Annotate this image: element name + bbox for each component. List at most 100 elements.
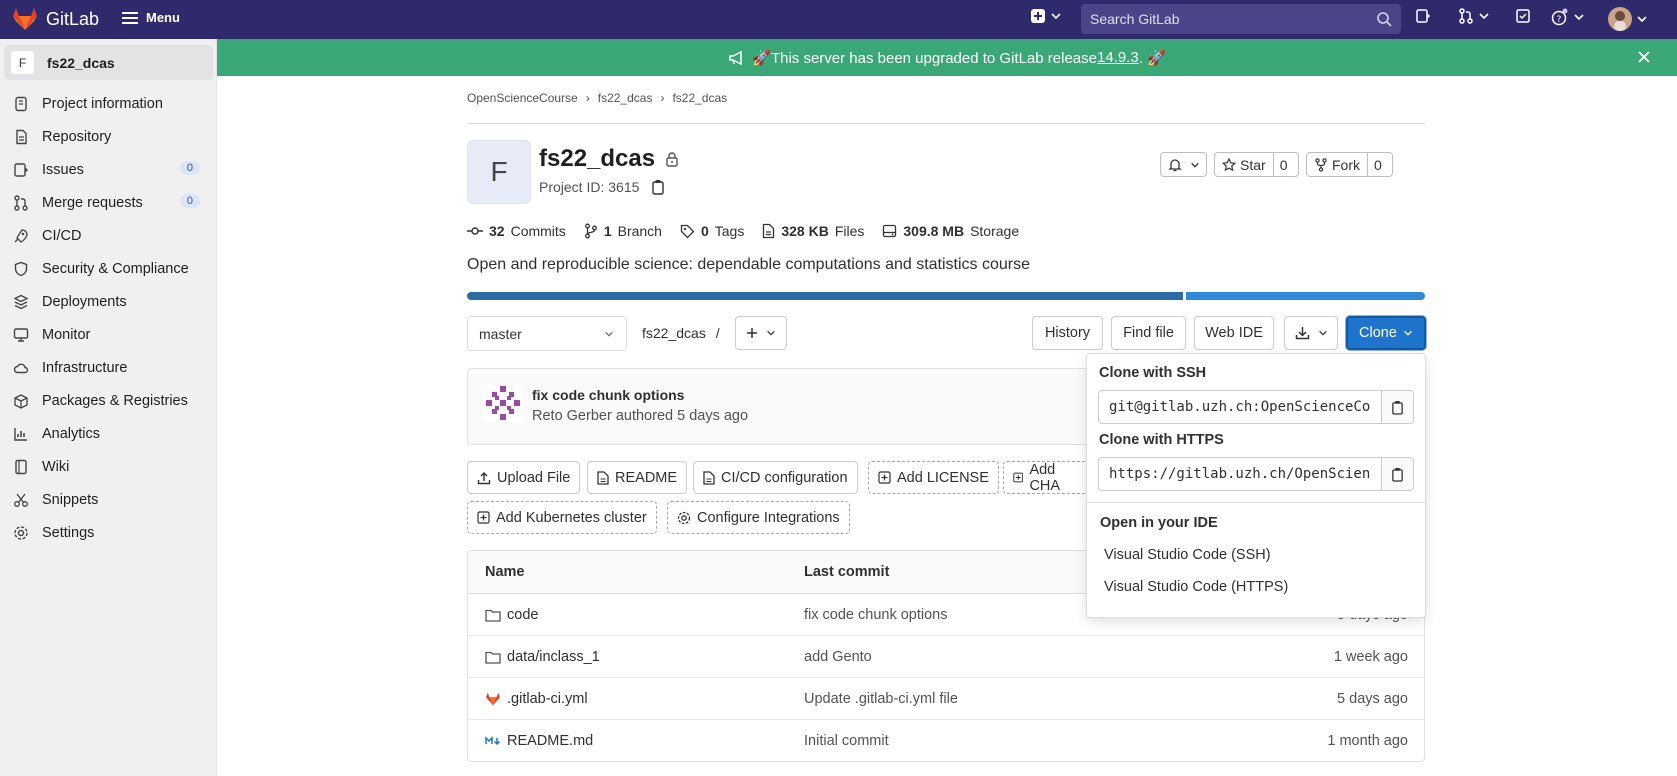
fork-button[interactable]: Fork: [1307, 153, 1368, 176]
https-url[interactable]: https://gitlab.uzh.ch/OpenScien: [1099, 466, 1381, 482]
search-input[interactable]: Search GitLab: [1081, 4, 1401, 34]
upgrade-banner: 🚀This server has been upgraded to GitLab…: [217, 39, 1677, 76]
sidebar-item-label: CI/CD: [42, 227, 82, 244]
https-url-field[interactable]: https://gitlab.uzh.ch/OpenScien: [1098, 457, 1414, 491]
sidebar-item-deployments[interactable]: Deployments: [0, 285, 217, 318]
web-ide-button[interactable]: Web IDE: [1194, 316, 1274, 350]
commit-message[interactable]: fix code chunk options: [804, 607, 947, 623]
breadcrumb-group[interactable]: OpenScienceCourse: [467, 91, 578, 105]
open-vscode-https[interactable]: Visual Studio Code (HTTPS): [1104, 579, 1288, 595]
project-avatar: F: [467, 140, 531, 204]
commit-message[interactable]: add Gento: [804, 649, 872, 665]
user-avatar-icon: [1608, 7, 1632, 31]
sidebar-item-merge-requests[interactable]: Merge requests 0: [0, 186, 217, 219]
gitlab-tanuki-icon: [13, 8, 37, 30]
sidebar-item-analytics[interactable]: Analytics: [0, 417, 217, 450]
stat-files[interactable]: 328 KB Files: [762, 223, 864, 239]
ssh-url[interactable]: git@gitlab.uzh.ch:OpenScienceCo: [1099, 399, 1381, 415]
project-stats: 32 Commits 1 Branch 0 Tags 328 KB Files …: [467, 223, 1019, 239]
author-avatar-icon[interactable]: [484, 384, 522, 422]
repo-path-name[interactable]: fs22_dcas: [642, 325, 706, 341]
branch-selector[interactable]: master: [467, 316, 627, 351]
add-changelog-button[interactable]: Add CHA: [1003, 461, 1087, 494]
commit-message[interactable]: Initial commit: [804, 733, 889, 749]
find-file-button[interactable]: Find file: [1111, 316, 1186, 350]
chevron-down-icon: [1190, 162, 1199, 168]
quick-action-label: Add CHA: [1029, 461, 1061, 494]
sidebar-project-name: fs22_dcas: [47, 54, 115, 71]
merge-requests-shortcut[interactable]: [1458, 8, 1490, 24]
table-row[interactable]: .gitlab-ci.yml Update .gitlab-ci.yml fil…: [468, 678, 1424, 720]
file-name-cell[interactable]: data/inclass_1: [485, 649, 600, 665]
add-kubernetes-button[interactable]: Add Kubernetes cluster: [467, 501, 657, 534]
sidebar-item-project-information[interactable]: Project information: [0, 87, 217, 120]
branch-icon: [584, 223, 597, 239]
merge-request-icon: [14, 194, 28, 211]
user-menu[interactable]: [1608, 7, 1648, 31]
history-button[interactable]: History: [1032, 316, 1103, 350]
file-name[interactable]: README.md: [507, 733, 593, 749]
commit-author[interactable]: Reto Gerber: [532, 408, 612, 424]
menu-button[interactable]: Menu: [122, 10, 180, 25]
info-icon: [15, 96, 27, 111]
sidebar-item-infrastructure[interactable]: Infrastructure: [0, 351, 217, 384]
last-commit-title[interactable]: fix code chunk options: [532, 387, 684, 403]
sidebar-item-snippets[interactable]: Snippets: [0, 483, 217, 516]
file-name[interactable]: .gitlab-ci.yml: [507, 691, 588, 707]
breadcrumb-project[interactable]: fs22_dcas: [598, 91, 653, 105]
file-name-cell[interactable]: code: [485, 607, 538, 623]
star-button[interactable]: Star: [1215, 153, 1274, 176]
star-count[interactable]: 0: [1274, 157, 1294, 173]
close-icon[interactable]: [1637, 50, 1651, 64]
add-license-button[interactable]: Add LICENSE: [868, 461, 999, 494]
project-id: Project ID: 3615: [539, 179, 640, 195]
project-description: Open and reproducible science: dependabl…: [467, 256, 1031, 273]
sidebar-item-settings[interactable]: Settings: [0, 516, 217, 549]
table-row[interactable]: data/inclass_1 add Gento 1 week ago: [468, 636, 1424, 678]
add-to-tree-dropdown[interactable]: [735, 316, 787, 350]
upload-file-button[interactable]: Upload File: [467, 461, 581, 494]
sidebar-item-packages[interactable]: Packages & Registries: [0, 384, 217, 417]
sidebar-item-repository[interactable]: Repository: [0, 120, 217, 153]
commit-time: 1 week ago: [1333, 649, 1408, 665]
upload-icon: [477, 471, 491, 484]
sidebar-item-security[interactable]: Security & Compliance: [0, 252, 217, 285]
sidebar-project-header[interactable]: F fs22_dcas: [4, 45, 213, 80]
issues-shortcut[interactable]: [1415, 8, 1431, 24]
sidebar-item-monitor[interactable]: Monitor: [0, 318, 217, 351]
todos-shortcut[interactable]: [1515, 8, 1531, 24]
chevron-down-icon: [1637, 16, 1647, 23]
help-dropdown[interactable]: ?: [1551, 8, 1585, 26]
stat-branches[interactable]: 1 Branch: [584, 223, 662, 239]
sidebar-item-issues[interactable]: Issues 0: [0, 153, 217, 186]
notification-dropdown[interactable]: [1160, 152, 1207, 177]
breadcrumb-current[interactable]: fs22_dcas: [672, 91, 727, 105]
fork-count[interactable]: 0: [1368, 157, 1388, 173]
rocket-icon: [14, 228, 28, 243]
stat-commits[interactable]: 32 Commits: [467, 223, 566, 239]
copy-ssh-button[interactable]: [1381, 391, 1413, 423]
cicd-configuration-button[interactable]: CI/CD configuration: [693, 461, 858, 494]
copy-https-button[interactable]: [1381, 458, 1413, 490]
commit-message[interactable]: Update .gitlab-ci.yml file: [804, 691, 958, 707]
new-dropdown[interactable]: [1030, 8, 1062, 24]
sidebar-item-wiki[interactable]: Wiki: [0, 450, 217, 483]
file-name[interactable]: data/inclass_1: [507, 649, 600, 665]
copy-icon[interactable]: [651, 179, 665, 195]
file-name-cell[interactable]: .gitlab-ci.yml: [485, 691, 588, 707]
sidebar-item-cicd[interactable]: CI/CD: [0, 219, 217, 252]
clone-button[interactable]: Clone: [1346, 316, 1426, 350]
open-vscode-ssh[interactable]: Visual Studio Code (SSH): [1104, 547, 1271, 563]
ssh-url-field[interactable]: git@gitlab.uzh.ch:OpenScienceCo: [1098, 390, 1414, 424]
table-row[interactable]: README.md Initial commit 1 month ago: [468, 720, 1424, 761]
file-name-cell[interactable]: README.md: [485, 733, 593, 749]
stat-storage[interactable]: 309.8 MB Storage: [882, 223, 1019, 239]
download-dropdown[interactable]: [1284, 316, 1338, 350]
gitlab-logo[interactable]: GitLab: [12, 7, 99, 31]
markdown-icon: [485, 736, 501, 746]
file-name[interactable]: code: [507, 607, 538, 623]
release-version-link[interactable]: 14.9.3: [1097, 49, 1139, 66]
stat-tags[interactable]: 0 Tags: [680, 223, 744, 239]
readme-button[interactable]: README: [587, 461, 688, 494]
configure-integrations-button[interactable]: Configure Integrations: [667, 501, 850, 534]
